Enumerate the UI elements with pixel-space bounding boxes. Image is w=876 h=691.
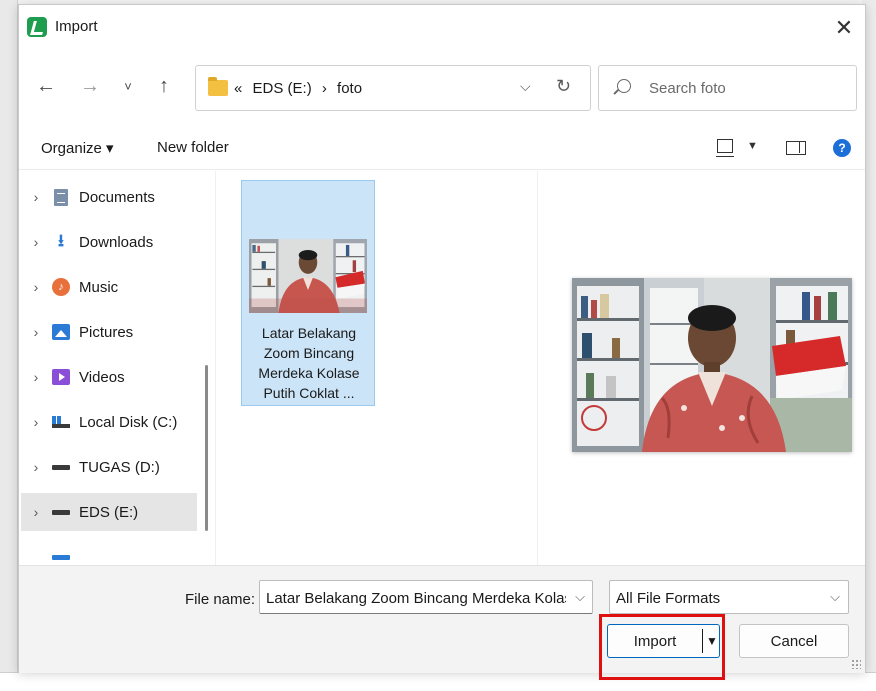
expand-chevron-icon[interactable]: › xyxy=(21,279,51,295)
import-dialog: Import ✕ ← → ˅ ↑ « EDS (E:) › foto ⌵ ↻ S… xyxy=(18,4,866,680)
music-icon: ♪ xyxy=(51,278,71,296)
up-icon[interactable]: ↑ xyxy=(151,73,177,99)
refresh-icon[interactable]: ↻ xyxy=(556,76,571,97)
expand-chevron-icon[interactable]: › xyxy=(21,459,51,475)
sidebar-item-label: Downloads xyxy=(79,233,154,251)
background-app-bottom xyxy=(0,672,876,691)
documents-icon xyxy=(51,188,71,206)
divider xyxy=(19,169,865,170)
sidebar-item-label: Local Disk (C:) xyxy=(79,413,178,431)
videos-icon xyxy=(51,368,71,386)
file-name-value: Latar Belakang Zoom Bincang Merdeka Kola… xyxy=(266,590,566,607)
sidebar-item-downloads[interactable]: › ⭳ Downloads xyxy=(21,223,197,261)
drive-icon xyxy=(51,503,71,521)
chevron-down-icon: ⌵ xyxy=(830,589,840,604)
help-icon[interactable]: ? xyxy=(833,139,851,157)
search-input[interactable]: Search foto xyxy=(598,65,857,111)
organize-menu[interactable]: Organize ▾ xyxy=(41,139,114,157)
expand-chevron-icon[interactable]: › xyxy=(21,504,51,520)
sidebar-item-eds-e[interactable]: › EDS (E:) xyxy=(21,493,197,531)
command-bar: Organize ▾ New folder xyxy=(19,127,865,169)
dialog-title: Import xyxy=(55,18,98,35)
sidebar-item-label: Videos xyxy=(79,368,125,386)
sidebar-item-videos[interactable]: › Videos xyxy=(21,358,197,396)
background-app-edge xyxy=(0,0,18,691)
resize-grip[interactable] xyxy=(851,659,861,669)
file-thumbnail xyxy=(249,239,367,313)
expand-chevron-icon[interactable]: › xyxy=(21,414,51,430)
sidebar-item-label: Documents xyxy=(79,188,155,206)
preview-image xyxy=(572,278,852,452)
expand-chevron-icon[interactable]: › xyxy=(21,234,51,250)
close-button[interactable]: ✕ xyxy=(827,11,861,45)
sidebar-item-pictures[interactable]: › Pictures xyxy=(21,313,197,351)
local-disk-icon xyxy=(51,413,71,431)
sidebar-item-network-partial[interactable] xyxy=(21,547,197,565)
breadcrumb-drive[interactable]: EDS (E:) xyxy=(253,80,312,97)
file-type-value: All File Formats xyxy=(616,590,721,607)
expand-chevron-icon[interactable]: › xyxy=(21,189,51,205)
address-bar[interactable]: « EDS (E:) › foto ⌵ ↻ xyxy=(195,65,591,111)
annotation-highlight xyxy=(599,614,725,680)
cancel-button[interactable]: Cancel xyxy=(739,624,849,658)
pictures-icon xyxy=(51,323,71,341)
file-name-field[interactable]: Latar Belakang Zoom Bincang Merdeka Kola… xyxy=(259,580,593,614)
breadcrumb-overflow[interactable]: « xyxy=(234,80,242,97)
navigation-bar: ← → ˅ ↑ « EDS (E:) › foto ⌵ ↻ Search fot… xyxy=(19,63,865,111)
new-folder-button[interactable]: New folder xyxy=(157,139,229,156)
view-dropdown-icon[interactable]: ▼ xyxy=(747,140,758,152)
search-icon xyxy=(617,79,631,93)
preview-pane-icon[interactable] xyxy=(786,141,806,155)
downloads-icon: ⭳ xyxy=(58,230,64,250)
recent-locations-icon[interactable]: ˅ xyxy=(115,73,141,99)
divider xyxy=(215,171,216,565)
file-name: Latar Belakang Zoom Bincang Merdeka Kola… xyxy=(258,325,360,401)
divider xyxy=(537,171,538,565)
view-mode-icon[interactable] xyxy=(716,139,734,157)
file-name-label: File name: xyxy=(185,591,256,608)
chevron-down-icon[interactable]: ⌵ xyxy=(575,589,585,605)
file-type-select[interactable]: All File Formats ⌵ xyxy=(609,580,849,614)
sidebar-item-label: EDS (E:) xyxy=(79,503,139,521)
forward-icon[interactable]: → xyxy=(77,73,103,99)
back-icon[interactable]: ← xyxy=(33,73,59,99)
sidebar-scrollbar[interactable] xyxy=(205,365,208,531)
sidebar-item-local-disk-c[interactable]: › Local Disk (C:) xyxy=(21,403,197,441)
breadcrumb: « EDS (E:) › foto xyxy=(234,80,368,97)
dialog-footer: File name: Latar Belakang Zoom Bincang M… xyxy=(19,565,865,680)
expand-chevron-icon[interactable]: › xyxy=(21,369,51,385)
sidebar-item-label: TUGAS (D:) xyxy=(79,458,160,476)
sidebar-item-tugas-d[interactable]: › TUGAS (D:) xyxy=(21,448,197,486)
network-icon xyxy=(51,548,71,565)
expand-chevron-icon[interactable]: › xyxy=(21,324,51,340)
address-dropdown-icon[interactable]: ⌵ xyxy=(520,78,531,95)
sidebar-item-documents[interactable]: › Documents xyxy=(21,178,197,216)
breadcrumb-folder[interactable]: foto xyxy=(337,80,362,97)
navigation-pane: › Documents › ⭳ Downloads › ♪ Music › Pi… xyxy=(19,171,215,565)
title-bar: Import ✕ xyxy=(19,5,865,51)
folder-icon xyxy=(208,77,228,96)
drive-icon xyxy=(51,458,71,476)
breadcrumb-separator: › xyxy=(321,80,327,97)
search-placeholder: Search foto xyxy=(649,80,726,97)
sidebar-item-label: Pictures xyxy=(79,323,134,341)
file-item[interactable]: Latar Belakang Zoom Bincang Merdeka Kola… xyxy=(241,180,375,406)
sidebar-item-music[interactable]: › ♪ Music xyxy=(21,268,197,306)
sidebar-item-label: Music xyxy=(79,278,119,296)
app-logo-icon xyxy=(27,17,47,37)
